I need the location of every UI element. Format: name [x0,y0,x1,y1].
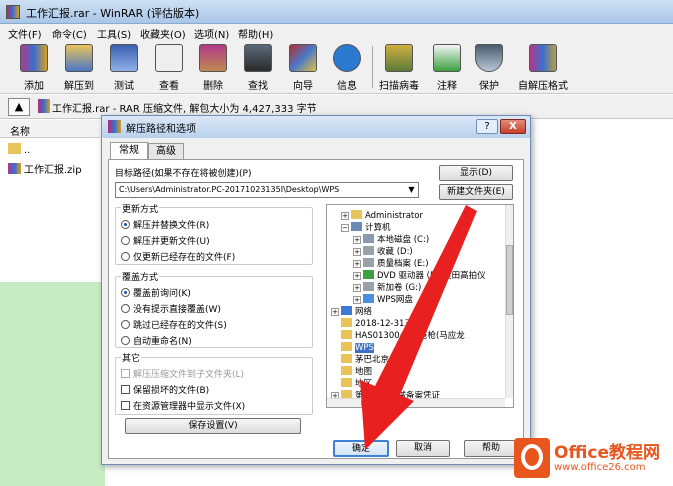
watermark-brand: Office教程网 [554,443,661,463]
info-button[interactable]: 信息 [325,44,369,92]
list-item-file[interactable]: 工作汇报.zip [8,161,82,177]
other-options-title: 其它 [121,351,142,364]
zip-file-icon [8,163,21,174]
comment-pen-icon [433,44,461,72]
radio-skip-existing[interactable]: 跳过已经存在的文件(S) [121,318,227,331]
arrow-up-icon: ▲ [14,100,24,113]
extract-folder-icon [65,44,93,72]
target-path-label: 目标路径(如果不存在将被创建)(P) [115,169,252,179]
chevron-down-icon[interactable]: ▼ [405,183,418,197]
menu-options[interactable]: 选项(N) [194,26,229,41]
toolbar-separator [372,46,373,88]
extract-to-button[interactable]: 解压到 [57,44,101,92]
background-panel [0,282,105,486]
checkbox-show-in-explorer[interactable]: 在资源管理器中显示文件(X) [121,399,245,412]
delete-button[interactable]: 删除 [191,44,235,92]
tab-general[interactable]: 常规 [110,142,148,160]
radio-extract-replace[interactable]: 解压并替换文件(R) [121,218,209,231]
radio-overwrite-silent[interactable]: 没有提示直接覆盖(W) [121,302,221,315]
window-titlebar: 工作汇报.rar - WinRAR (评估版本) [0,0,673,24]
dialog-help-button[interactable]: ? [476,119,498,134]
menu-favorites[interactable]: 收藏夹(O) [140,26,186,41]
test-clipboard-icon [110,44,138,72]
toolbar: 添加 解压到 测试 查看 删除 查找 向导 信息 扫描病毒 注释 保护 自解压格… [0,41,673,94]
watermark-url: www.office26.com [554,462,646,473]
view-glasses-icon [155,44,183,72]
radio-unselected [121,320,130,329]
add-button[interactable]: 添加 [12,44,56,92]
delete-box-icon [199,44,227,72]
radio-unselected [121,236,130,245]
up-folder-button[interactable]: ▲ [8,98,30,116]
protect-shield-icon [475,44,503,72]
radio-unselected [121,336,130,345]
sfx-button[interactable]: 自解压格式 [518,44,568,92]
rar-archive-icon [38,99,50,113]
red-arrow-shape [360,205,477,450]
find-binoculars-icon [244,44,272,72]
radio-unselected [121,304,130,313]
dialog-title: 解压路径和选项 [126,124,196,135]
new-folder-button[interactable]: 新建文件夹(E) [439,184,513,200]
overwrite-mode-title: 覆盖方式 [121,270,160,283]
dialog-close-button[interactable]: X [500,119,526,134]
comment-button[interactable]: 注释 [425,44,469,92]
checkbox-keep-broken[interactable]: 保留损坏的文件(B) [121,383,209,396]
radio-selected [121,220,130,229]
target-path-input[interactable]: C:\Users\Administrator.PC-20171023135I\D… [115,182,419,198]
radio-fresh-existing[interactable]: 仅更新已经存在的文件(F) [121,250,235,263]
update-mode-title: 更新方式 [121,202,160,215]
wizard-wand-icon [289,44,317,72]
checkbox-unchecked [121,401,130,410]
menu-bar: 文件(F) 命令(C) 工具(S) 收藏夹(O) 选项(N) 帮助(H) [0,24,673,41]
sfx-box-icon [529,44,557,72]
winrar-app-icon [6,5,20,19]
menu-file[interactable]: 文件(F) [8,26,42,41]
virus-scan-button[interactable]: 扫描病毒 [377,44,421,92]
save-settings-button[interactable]: 保存设置(V) [125,418,301,434]
find-button[interactable]: 查找 [236,44,280,92]
virus-scan-icon [385,44,413,72]
protect-button[interactable]: 保护 [467,44,511,92]
radio-extract-update[interactable]: 解压并更新文件(U) [121,234,210,247]
office-logo-icon [514,438,550,478]
info-icon [333,44,361,72]
checkbox-unchecked [121,385,130,394]
winrar-dialog-icon [108,120,121,133]
radio-auto-rename[interactable]: 自动重命名(N) [121,334,192,347]
wizard-button[interactable]: 向导 [281,44,325,92]
watermark-logo: Office教程网 www.office26.com [510,432,673,486]
tab-advanced[interactable]: 高级 [148,143,184,160]
annotation-arrow [360,205,477,450]
dialog-titlebar: 解压路径和选项 ? X [102,116,530,138]
address-text: 工作汇报.rar - RAR 压缩文件, 解包大小为 4,427,333 字节 [52,104,317,115]
column-header-name[interactable]: 名称 [0,120,100,138]
menu-help[interactable]: 帮助(H) [238,26,273,41]
radio-unselected [121,252,130,261]
menu-commands[interactable]: 命令(C) [52,26,87,41]
checkbox-extract-subfolder[interactable]: 解压压缩文件到子文件夹(L) [121,367,244,380]
radio-selected [121,288,130,297]
test-button[interactable]: 测试 [102,44,146,92]
window-title: 工作汇报.rar - WinRAR (评估版本) [26,7,200,20]
radio-ask-before[interactable]: 覆盖前询问(K) [121,286,191,299]
list-item-parent[interactable]: .. [8,143,30,159]
menu-tools[interactable]: 工具(S) [97,26,131,41]
tree-vertical-scroll-thumb[interactable] [506,245,513,315]
add-books-icon [20,44,48,72]
show-button[interactable]: 显示(D) [439,165,513,181]
checkbox-unchecked [121,369,130,378]
view-button[interactable]: 查看 [147,44,191,92]
folder-icon [8,143,21,154]
